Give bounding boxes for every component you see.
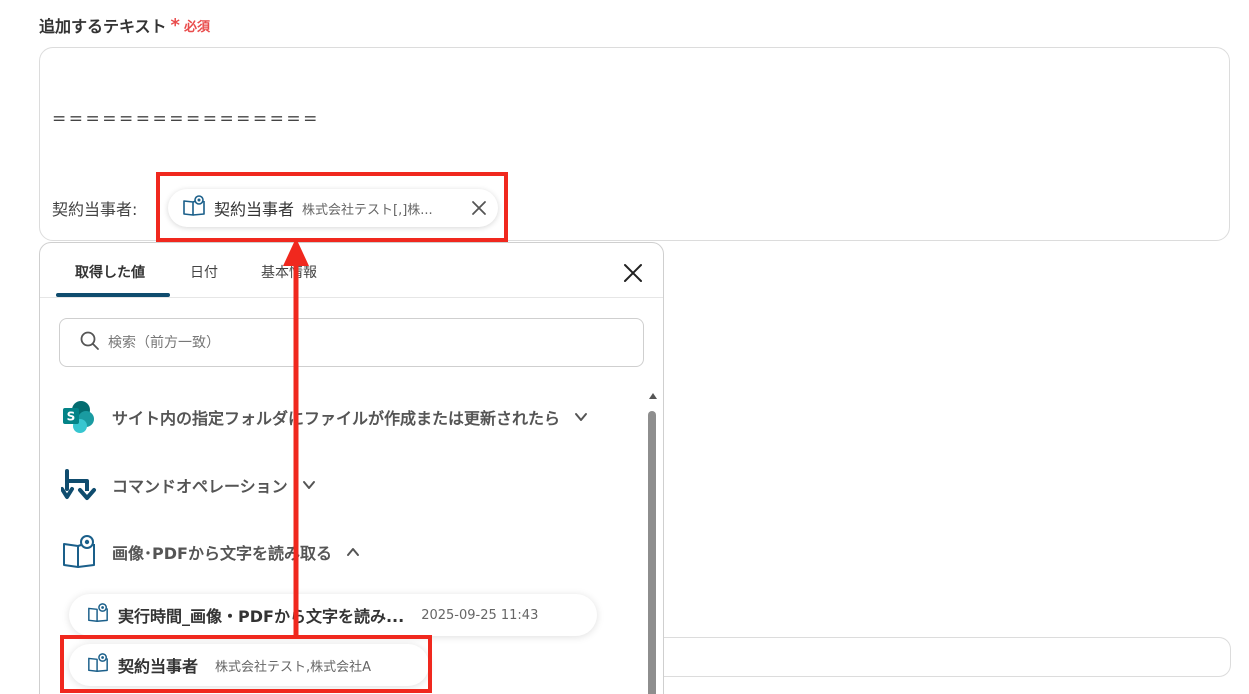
chevron-down-icon[interactable] [574,410,588,424]
svg-text:S: S [67,410,76,424]
item-name: 実行時間_画像・PDFから文字を読み... [118,607,405,626]
picker-tabs: 取得した値 日付 基本情報 [40,243,663,298]
ocr-book-icon [60,533,98,571]
value-picker-panel: 取得した値 日付 基本情報 S サイト内の指定フォルダに [39,242,664,694]
required-star: * [170,14,180,36]
token-name: 契約当事者 [214,200,295,219]
tab-date[interactable]: 日付 [190,262,218,282]
next-field-input[interactable] [664,637,1231,677]
section-title: サイト内の指定フォルダにファイルが作成または更新されたら [112,409,561,428]
ocr-book-icon [87,602,109,628]
contract-party-token[interactable]: 契約当事者 株式会社テスト[,]株... [168,189,498,227]
item-value: 株式会社テスト,株式会社A [215,659,372,675]
field-label: 追加するテキスト * 必須 [39,13,210,37]
item-value: 2025-09-25 11:43 [421,607,539,623]
close-icon[interactable] [622,262,644,284]
section-sharepoint-trigger[interactable]: S サイト内の指定フォルダにファイルが作成または更新されたら [60,398,588,436]
separator-line: ================ [52,109,320,129]
command-operation-icon [60,466,98,504]
search-input[interactable] [108,334,548,351]
scrollbar[interactable] [647,393,657,694]
scrollbar-thumb[interactable] [648,411,656,694]
section-ocr[interactable]: 画像･PDFから文字を読み取る [60,533,360,571]
active-tab-indicator [56,293,170,297]
field-label-text: 追加するテキスト [39,17,167,36]
scroll-up-arrow-icon[interactable] [649,393,657,399]
party-label: 契約当事者: [52,200,138,219]
sharepoint-icon: S [60,398,98,436]
search-icon [80,331,100,355]
required-text: 必須 [183,19,210,35]
section-command-operation[interactable]: コマンドオペレーション [60,466,316,504]
section-title: コマンドオペレーション [112,477,288,496]
item-name: 契約当事者 [118,657,199,676]
chevron-down-icon[interactable] [302,478,316,492]
section-title: 画像･PDFから文字を読み取る [112,544,332,563]
tab-retrieved-values[interactable]: 取得した値 [75,262,145,282]
token-remove-icon[interactable] [470,199,488,217]
list-item-execution-time[interactable]: 実行時間_画像・PDFから文字を読み... 2025-09-25 11:43 [69,594,597,636]
chevron-up-icon[interactable] [346,545,360,559]
ocr-book-icon [182,194,206,222]
tab-basic-info[interactable]: 基本情報 [261,262,317,282]
search-box[interactable] [59,318,644,367]
list-item-contract-party[interactable]: 契約当事者 株式会社テスト,株式会社A [69,644,429,686]
ocr-book-icon [87,652,109,678]
token-value: 株式会社テスト[,]株... [302,202,433,218]
